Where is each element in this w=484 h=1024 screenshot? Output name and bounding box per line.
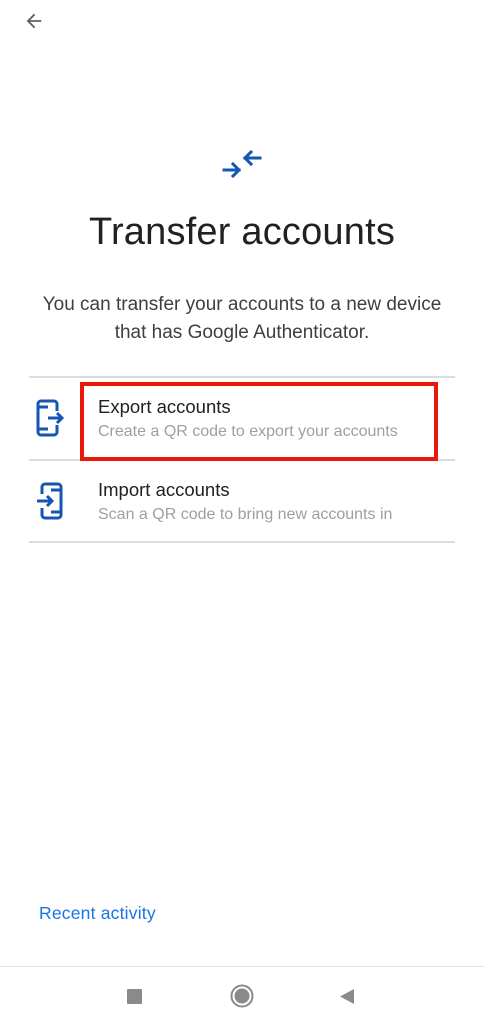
import-accounts-option[interactable]: Import accounts Scan a QR code to bring …	[29, 460, 455, 542]
phone-import-icon	[37, 482, 63, 520]
arrow-left-icon	[26, 13, 42, 29]
divider	[29, 541, 455, 543]
system-navigation-bar	[0, 966, 484, 1024]
triangle-back-icon[interactable]	[339, 988, 355, 1005]
transfer-arrows-icon	[222, 149, 262, 179]
circle-home-icon[interactable]	[230, 984, 254, 1008]
page-description: You can transfer your accounts to a new …	[42, 294, 442, 343]
import-accounts-title: Import accounts	[98, 479, 230, 500]
recent-activity-link[interactable]: Recent activity	[39, 903, 156, 924]
export-accounts-option[interactable]: Export accounts Create a QR code to expo…	[29, 377, 455, 459]
import-accounts-description: Scan a QR code to bring new accounts in	[98, 506, 393, 523]
page-title: Transfer accounts	[88, 211, 396, 253]
square-recents-icon[interactable]	[127, 989, 142, 1004]
export-accounts-description: Create a QR code to export your accounts	[98, 423, 398, 440]
back-button[interactable]	[14, 4, 54, 38]
phone-export-icon	[36, 399, 65, 437]
export-accounts-title: Export accounts	[98, 396, 231, 417]
